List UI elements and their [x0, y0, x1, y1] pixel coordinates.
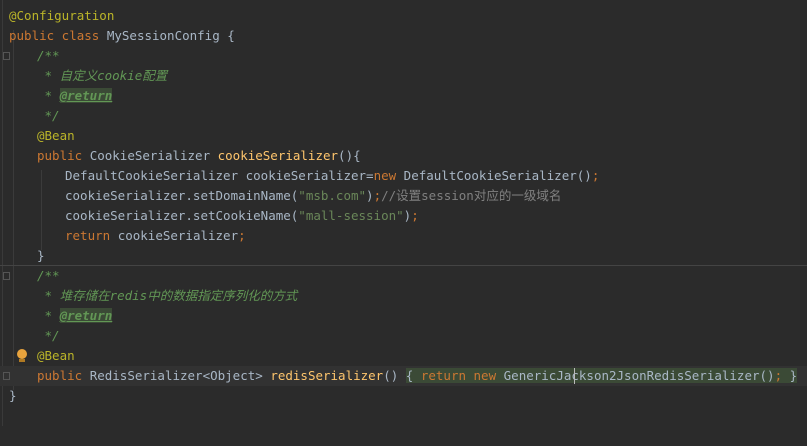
fold-toggle[interactable]	[3, 272, 10, 280]
code-line: cookieSerializer.setDomainName("msb.com"…	[65, 188, 562, 203]
return-type[interactable]: RedisSerializer<Object>	[90, 368, 271, 383]
return-type[interactable]: CookieSerializer	[90, 148, 218, 163]
code-editor[interactable]: @Configuration public class MySessionCon…	[0, 0, 807, 426]
code-line: @Configuration	[0, 6, 807, 26]
code-line: public class MySessionConfig {	[9, 28, 235, 43]
code-line: * 堆存储在redis中的数据指定序列化的方式	[0, 286, 807, 306]
lightbulb-icon-base	[19, 359, 25, 362]
lightbulb-icon[interactable]	[17, 349, 27, 359]
code-line: */	[0, 326, 807, 346]
fold-toggle[interactable]	[3, 52, 10, 60]
doc-comment: */	[37, 328, 60, 343]
keyword: public class	[9, 28, 107, 43]
method-name[interactable]: cookieSerializer	[218, 148, 338, 163]
method-name[interactable]: redisSerializer	[270, 368, 383, 383]
code-line: cookieSerializer.setCookieName("mall-ses…	[65, 208, 419, 223]
string-literal: "mall-session"	[298, 208, 404, 223]
code-line: DefaultCookieSerializer cookieSerializer…	[65, 168, 600, 183]
code-line: }	[37, 248, 45, 263]
annotation-configuration: @Configuration	[9, 8, 115, 23]
code-line: * 自定义cookie配置	[0, 66, 807, 86]
line-comment: //设置session对应的一级域名	[381, 188, 562, 203]
doc-tag-return: @return	[59, 308, 113, 323]
doc-comment: * 自定义cookie配置	[37, 68, 168, 83]
annotation-bean: @Bean	[37, 128, 75, 143]
annotation-bean: @Bean	[37, 348, 75, 363]
doc-comment: /**	[37, 48, 60, 63]
code-line: @Bean	[0, 126, 807, 146]
code-line: }	[9, 388, 17, 403]
code-line-current: public RedisSerializer<Object> redisSeri…	[0, 366, 807, 386]
code-line: */	[0, 106, 807, 126]
fold-toggle[interactable]	[3, 372, 10, 380]
doc-comment: * 堆存储在redis中的数据指定序列化的方式	[37, 288, 298, 303]
string-literal: "msb.com"	[298, 188, 367, 203]
text-caret	[574, 368, 575, 384]
doc-comment: */	[37, 108, 60, 123]
folded-code-region[interactable]: { return new GenericJackson2JsonRedisSer…	[405, 368, 798, 383]
code-line: * @return	[37, 88, 113, 103]
code-line: * @return	[37, 308, 113, 323]
doc-comment: /**	[37, 268, 60, 283]
code-line: /**	[0, 266, 807, 286]
doc-tag-return: @return	[59, 88, 113, 103]
code-line: @Bean	[0, 346, 807, 366]
code-line: return cookieSerializer;	[65, 228, 246, 243]
code-line: public CookieSerializer cookieSerializer…	[37, 148, 361, 163]
class-name[interactable]: MySessionConfig	[107, 28, 220, 43]
code-line: /**	[0, 46, 807, 66]
